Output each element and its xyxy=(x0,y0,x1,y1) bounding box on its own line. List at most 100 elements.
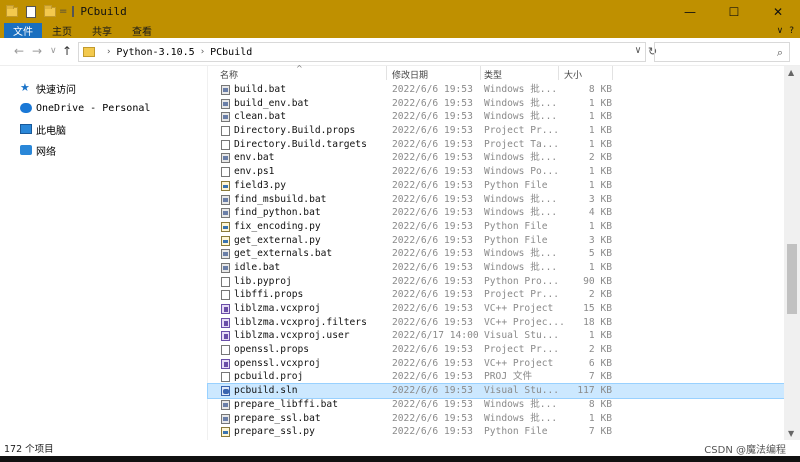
scrollbar-thumb[interactable] xyxy=(787,244,797,314)
file-row[interactable]: Directory.Build.targets 2022/6/6 19:53 Pro… xyxy=(208,138,784,152)
file-name: prepare_ssl.bat xyxy=(234,412,321,424)
file-size: 15 KB xyxy=(583,303,612,314)
file-name: liblzma.vcxproj xyxy=(234,303,321,314)
column-header-size[interactable]: 大小 xyxy=(564,67,582,81)
file-row[interactable]: clean.bat 2022/6/6 19:53 Windows 批... 1 KB xyxy=(208,110,784,124)
file-row[interactable]: libffi.props 2022/6/6 19:53 Project Pr... 2… xyxy=(208,288,784,302)
file-size: 8 KB xyxy=(588,398,612,410)
file-name: fix_encoding.py xyxy=(234,220,321,232)
file-date: 2022/6/6 19:53 xyxy=(392,111,473,123)
search-input[interactable]: ⌕ xyxy=(654,42,790,62)
file-type: Windows 批... xyxy=(484,412,558,424)
new-folder-icon[interactable] xyxy=(44,4,56,18)
file-name: get_externals.bat xyxy=(234,248,333,260)
ribbon-collapse-icon[interactable]: ∨ xyxy=(777,26,784,36)
doc-file-icon xyxy=(221,139,230,150)
file-size: 2 KB xyxy=(588,289,612,301)
file-row[interactable]: prepare_libffi.bat 2022/6/6 19:53 Windows … xyxy=(208,398,784,412)
quick-access-separator: = xyxy=(59,6,68,17)
breadcrumb-chevron-icon[interactable]: › xyxy=(200,47,205,57)
doc-file-icon xyxy=(221,126,230,137)
file-size: 2 KB xyxy=(588,152,612,164)
tab-view[interactable]: 查看 xyxy=(122,23,162,38)
properties-icon[interactable] xyxy=(26,5,38,18)
file-date: 2022/6/6 19:53 xyxy=(392,385,473,397)
file-size: 1 KB xyxy=(588,138,612,150)
file-row[interactable]: fix_encoding.py 2022/6/6 19:53 Python File… xyxy=(208,220,784,234)
file-name: Directory.Build.targets xyxy=(234,138,367,150)
column-divider[interactable] xyxy=(386,66,387,80)
scroll-down-icon[interactable]: ▼ xyxy=(788,429,794,438)
file-type: Windows Po... xyxy=(484,166,560,178)
address-dropdown-icon[interactable]: ∨ xyxy=(635,45,641,56)
file-row[interactable]: Directory.Build.props 2022/6/6 19:53 Proje… xyxy=(208,124,784,138)
file-row[interactable]: env.ps1 2022/6/6 19:53 Windows Po... 1 KB xyxy=(208,165,784,179)
file-name: libffi.props xyxy=(234,289,304,301)
py-file-icon xyxy=(221,427,230,438)
file-row[interactable]: field3.py 2022/6/6 19:53 Python File 1 KB xyxy=(208,179,784,193)
column-divider[interactable] xyxy=(612,66,613,80)
file-row[interactable]: prepare_ssl.py 2022/6/6 19:53 Python File 7… xyxy=(208,425,784,439)
file-row[interactable]: build_env.bat 2022/6/6 19:53 Windows 批... 1… xyxy=(208,97,784,111)
file-date: 2022/6/6 19:53 xyxy=(392,303,473,314)
column-divider[interactable] xyxy=(480,66,481,80)
breadcrumb-chevron-icon[interactable]: › xyxy=(106,47,111,57)
up-button[interactable]: ↑ xyxy=(62,44,72,58)
file-row[interactable]: env.bat 2022/6/6 19:53 Windows 批... 2 KB xyxy=(208,151,784,165)
back-button[interactable]: ← xyxy=(14,44,24,58)
column-header-date[interactable]: 修改日期 xyxy=(392,67,428,81)
breadcrumb-python[interactable]: Python-3.10.5 xyxy=(116,47,194,58)
forward-button[interactable]: → xyxy=(32,44,42,58)
column-header-name[interactable]: 名称 xyxy=(220,67,238,81)
vertical-scrollbar[interactable]: ▲ ▼ xyxy=(784,66,800,440)
file-size: 2 KB xyxy=(588,344,612,356)
file-row[interactable]: find_msbuild.bat 2022/6/6 19:53 Windows 批.… xyxy=(208,193,784,207)
column-header-type[interactable]: 类型 xyxy=(484,67,502,81)
file-name: prepare_ssl.py xyxy=(234,426,315,438)
bat-file-icon xyxy=(221,194,230,205)
file-date: 2022/6/6 19:53 xyxy=(392,234,473,246)
column-divider[interactable] xyxy=(558,66,559,80)
file-type: Windows 批... xyxy=(484,193,558,205)
vc-file-icon xyxy=(221,331,230,342)
star-icon: ★ xyxy=(20,81,30,94)
maximize-button[interactable]: ☐ xyxy=(712,0,756,23)
file-row[interactable]: idle.bat 2022/6/6 19:53 Windows 批... 1 KB xyxy=(208,261,784,275)
nav-this-pc[interactable]: 此电脑 xyxy=(20,121,66,137)
file-name: field3.py xyxy=(234,179,286,191)
file-row[interactable]: pcbuild.proj 2022/6/6 19:53 PROJ 文件 7 KB xyxy=(208,370,784,384)
file-row[interactable]: build.bat 2022/6/6 19:53 Windows 批... 8 KB xyxy=(208,83,784,97)
nav-network[interactable]: 网络 xyxy=(20,142,56,158)
minimize-button[interactable]: — xyxy=(668,0,712,23)
sort-ascending-icon: ^ xyxy=(296,64,303,73)
file-row[interactable]: lib.pyproj 2022/6/6 19:53 Python Pro... 90 … xyxy=(208,275,784,289)
tab-share[interactable]: 共享 xyxy=(82,23,122,38)
file-date: 2022/6/6 19:53 xyxy=(392,193,473,205)
file-name: liblzma.vcxproj.filters xyxy=(234,316,367,328)
recent-locations-button[interactable]: ∨ xyxy=(50,46,57,56)
file-row[interactable]: liblzma.vcxproj.filters 2022/6/6 19:53 VC+… xyxy=(208,316,784,330)
nav-quick-access[interactable]: ★ 快速访问 xyxy=(20,80,76,96)
file-row[interactable]: openssl.props 2022/6/6 19:53 Project Pr...… xyxy=(208,343,784,357)
file-row[interactable]: get_externals.bat 2022/6/6 19:53 Windows 批… xyxy=(208,247,784,261)
file-row[interactable]: find_python.bat 2022/6/6 19:53 Windows 批..… xyxy=(208,206,784,220)
file-type: Project Pr... xyxy=(484,289,560,301)
file-row[interactable]: openssl.vcxproj 2022/6/6 19:53 VC++ Projec… xyxy=(208,357,784,371)
file-date: 2022/6/6 19:53 xyxy=(392,412,473,424)
file-date: 2022/6/6 19:53 xyxy=(392,426,473,438)
file-row[interactable]: get_external.py 2022/6/6 19:53 Python File… xyxy=(208,234,784,248)
file-size: 1 KB xyxy=(588,166,612,178)
file-row[interactable]: liblzma.vcxproj.user 2022/6/17 14:00 Visua… xyxy=(208,329,784,343)
scroll-up-icon[interactable]: ▲ xyxy=(788,68,794,77)
help-icon[interactable]: ? xyxy=(789,26,794,36)
address-bar[interactable]: › Python-3.10.5 › PCbuild ∨ xyxy=(78,42,646,62)
breadcrumb-pcbuild[interactable]: PCbuild xyxy=(210,47,252,58)
file-size: 1 KB xyxy=(588,412,612,424)
tab-home[interactable]: 主页 xyxy=(42,23,82,38)
file-row[interactable]: liblzma.vcxproj 2022/6/6 19:53 VC++ Projec… xyxy=(208,302,784,316)
nav-onedrive[interactable]: OneDrive - Personal xyxy=(20,100,150,116)
tab-file[interactable]: 文件 xyxy=(4,23,42,38)
close-button[interactable]: ✕ xyxy=(756,0,800,23)
file-row[interactable]: pcbuild.sln 2022/6/6 19:53 Visual Stu... 11… xyxy=(207,383,785,399)
file-row[interactable]: prepare_ssl.bat 2022/6/6 19:53 Windows 批..… xyxy=(208,412,784,426)
